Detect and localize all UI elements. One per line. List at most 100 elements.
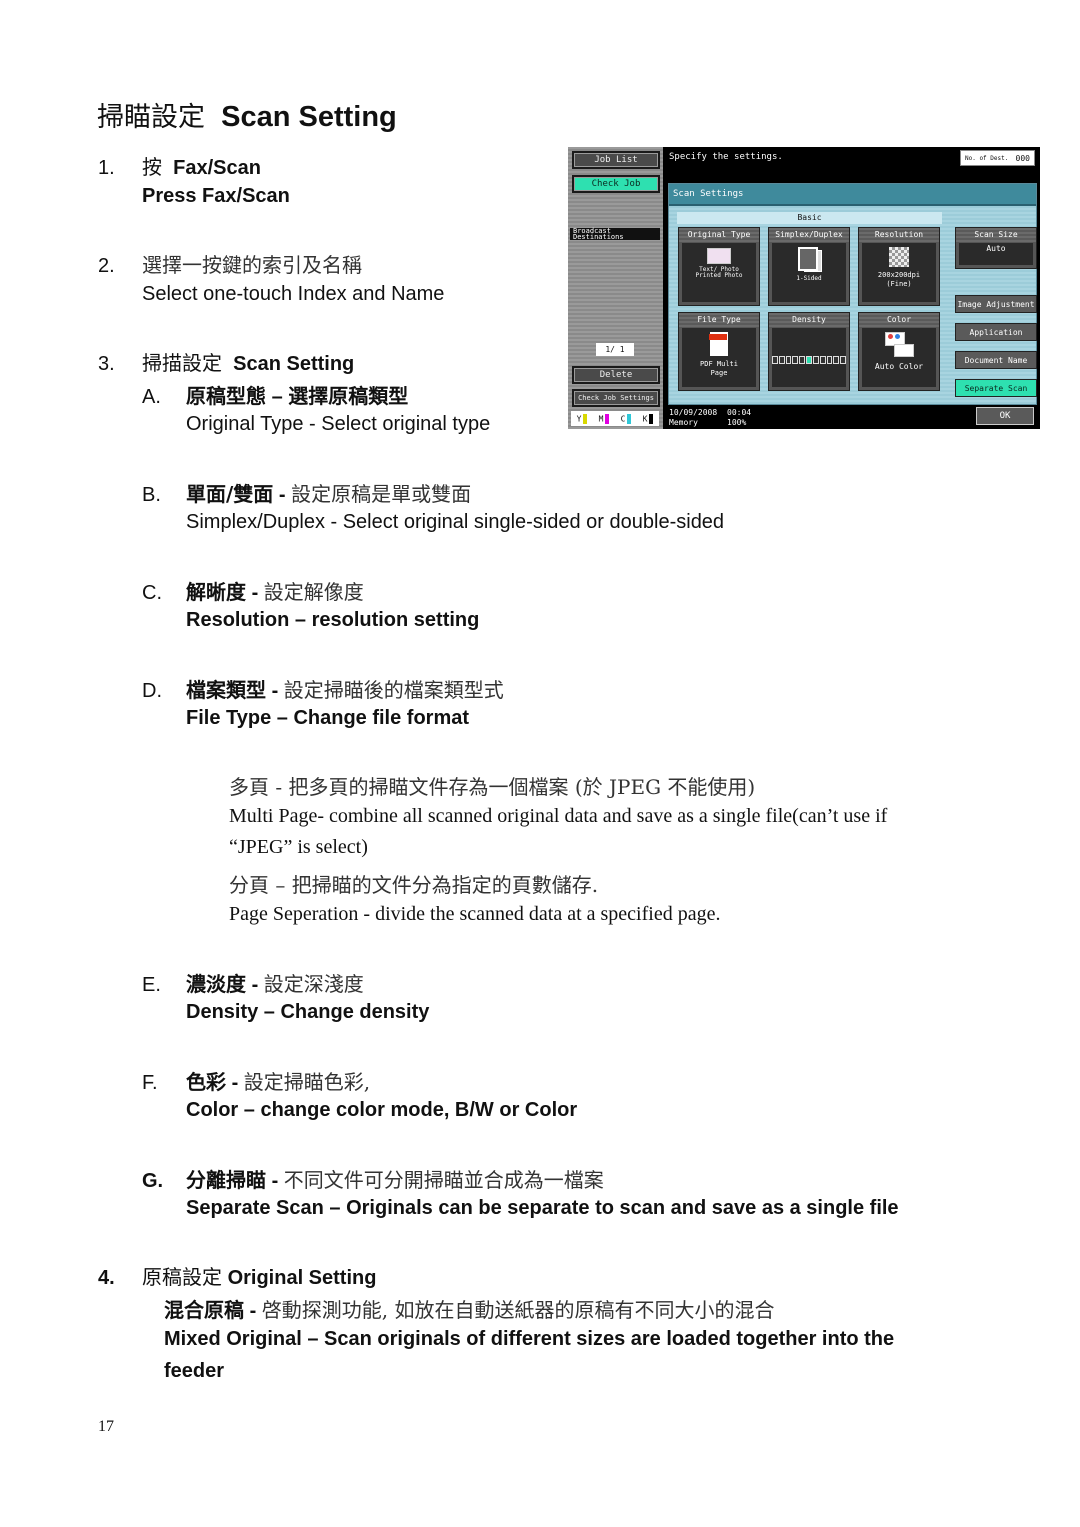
application-button[interactable]: Application: [955, 323, 1037, 341]
step-number: 2.: [98, 255, 115, 277]
separator: -: [278, 484, 286, 506]
copier-screen: Job List Check Job Broadcast Destination…: [568, 147, 1040, 429]
separate-scan-button[interactable]: Separate Scan: [955, 379, 1037, 397]
ok-button[interactable]: OK: [976, 407, 1034, 425]
sub-item-zh-desc: 設定掃瞄後的檔案類型式: [283, 678, 504, 702]
check-job-settings-button[interactable]: Check Job Settings: [572, 389, 660, 407]
toner-bar: [583, 413, 588, 424]
sub-item-zh-title: 色彩: [186, 1070, 226, 1094]
toner-bar: [627, 413, 632, 424]
sub-item-b-en: Simplex/Duplex - Select original single-…: [186, 511, 725, 533]
sub-item-e-heading: E. 濃淡度 - 設定深淺度: [142, 968, 364, 997]
sub-item-zh-title: 檔案類型: [186, 678, 266, 702]
page-separation-zh: 分頁 – 把掃瞄的文件分為指定的頁數儲存.: [229, 873, 599, 897]
density-step: [826, 356, 833, 364]
sub-item-d-heading: D. 檔案類型 - 設定掃瞄後的檔案類型式: [142, 674, 504, 703]
tile-label: File Type: [679, 313, 759, 327]
sub-item-zh-title: 解晰度: [186, 580, 246, 604]
original-type-tile[interactable]: Original Type Text/ Photo Printed Photo: [678, 227, 760, 306]
sub-item-zh-title: 原稿型態: [186, 384, 266, 408]
sub-item-letter: A.: [142, 386, 161, 408]
step-3: 3. 掃描設定 Scan Setting: [98, 347, 354, 376]
tile-value: Auto Color: [874, 362, 924, 371]
step-1: 1. 按 Fax/Scan: [98, 151, 261, 180]
scan-size-button[interactable]: Scan Size Auto: [955, 227, 1037, 269]
main-area: Specify the settings. No. of Dest. 000 S…: [665, 147, 1040, 429]
tile-value: PDF Multi Page: [700, 360, 738, 377]
density-step: [772, 356, 778, 364]
multi-page-en-1: Multi Page- combine all scanned original…: [229, 805, 888, 827]
toner-yellow: Y: [576, 413, 588, 424]
tile-body: Text/ Photo Printed Photo: [682, 243, 756, 302]
file-type-tile[interactable]: File Type PDF Multi Page: [678, 312, 760, 391]
mixed-original-heading: 混合原稿 - 啓動探測功能, 如放在自動送紙器的原稿有不同大小的混合: [164, 1294, 775, 1323]
toner-label: Y: [576, 414, 582, 423]
sub-item-f-heading: F. 色彩 - 設定掃瞄色彩,: [142, 1066, 370, 1095]
tile-label: Color: [859, 313, 939, 327]
toner-levels: Y M C K: [571, 411, 659, 426]
sub-item-e-en: Density – Change density: [186, 1001, 430, 1023]
density-step: [799, 356, 806, 364]
time: 00:04: [727, 408, 752, 417]
color-tile[interactable]: Color Auto Color: [858, 312, 940, 391]
dest-count-value: 000: [1015, 153, 1030, 163]
job-list-button[interactable]: Job List: [572, 151, 660, 169]
check-job-button[interactable]: Check Job: [572, 175, 660, 193]
image-adjustment-button[interactable]: Image Adjustment: [955, 295, 1037, 313]
auto-color-icon: [885, 332, 914, 357]
panel-title: Scan Settings: [669, 184, 1036, 206]
density-step: [833, 356, 840, 364]
broadcast-destinations-button[interactable]: Broadcast Destinations: [570, 228, 660, 241]
density-step: [806, 356, 812, 364]
density-tile[interactable]: Density: [768, 312, 850, 391]
separator: -: [271, 1170, 279, 1192]
density-step: [819, 356, 826, 364]
tile-label: Original Type: [679, 228, 759, 242]
step-en: Fax/Scan: [173, 157, 261, 179]
step-number: 3.: [98, 353, 115, 375]
tile-label: Resolution: [859, 228, 939, 242]
density-step: [792, 356, 799, 364]
density-scale: [772, 356, 846, 364]
sub-item-zh-desc: 設定解像度: [263, 580, 364, 604]
sub-item-zh-title: 單面/雙面: [186, 482, 274, 506]
resolution-tile[interactable]: Resolution 200x200dpi (Fine): [858, 227, 940, 306]
toner-black: K: [643, 413, 654, 424]
multi-page-zh: 多頁 - 把多頁的掃瞄文件存為一個檔案 (於 JPEG 不能使用): [229, 775, 756, 799]
step-2: 2. 選擇一按鍵的索引及名稱: [98, 249, 362, 278]
pdf-file-icon: [709, 332, 728, 356]
left-panel: Job List Check Job Broadcast Destination…: [568, 147, 663, 429]
tile-value: 1-Sided: [796, 275, 822, 282]
step-zh: 原稿設定: [142, 1265, 222, 1289]
sub-item-letter: B.: [142, 484, 161, 506]
sub-item-d-en: File Type – Change file format: [186, 707, 470, 729]
step-en: Original Setting: [227, 1267, 377, 1289]
delete-button[interactable]: Delete: [572, 366, 660, 384]
sub-item-c-en: Resolution – resolution setting: [186, 609, 480, 631]
simplex-duplex-tile[interactable]: Simplex/Duplex 1-Sided: [768, 227, 850, 306]
page-counter: 1/ 1: [596, 343, 634, 356]
tile-label: Simplex/Duplex: [769, 228, 849, 242]
sub-item-zh-title: 濃淡度: [186, 972, 246, 996]
single-sided-icon: [796, 247, 822, 272]
separator: -: [231, 1072, 239, 1094]
tile-value: Text/ Photo Printed Photo: [695, 266, 743, 279]
sub-item-letter: F.: [142, 1072, 158, 1094]
toner-bar: [649, 413, 654, 424]
step-zh: 選擇一按鍵的索引及名稱: [142, 253, 362, 277]
sub-item-b-heading: B. 單面/雙面 - 設定原稿是單或雙面: [142, 478, 471, 507]
step-2-sub: Select one-touch Index and Name: [142, 283, 445, 305]
density-step: [785, 356, 792, 364]
mixed-original-en-1: Mixed Original – Scan originals of diffe…: [164, 1328, 895, 1350]
density-step: [778, 356, 785, 364]
mixed-original-en-2: feeder: [164, 1360, 225, 1382]
page-separation-en: Page Seperation - divide the scanned dat…: [229, 903, 721, 925]
mixed-original-zh-title: 混合原稿: [164, 1298, 244, 1322]
document-name-button[interactable]: Document Name: [955, 351, 1037, 369]
tile-body: PDF Multi Page: [682, 328, 756, 387]
toner-magenta: M: [599, 413, 610, 424]
separator: -: [251, 582, 259, 604]
tile-label: Density: [769, 313, 849, 327]
basic-tab-label: Basic: [677, 212, 942, 224]
toner-bar: [605, 413, 610, 424]
